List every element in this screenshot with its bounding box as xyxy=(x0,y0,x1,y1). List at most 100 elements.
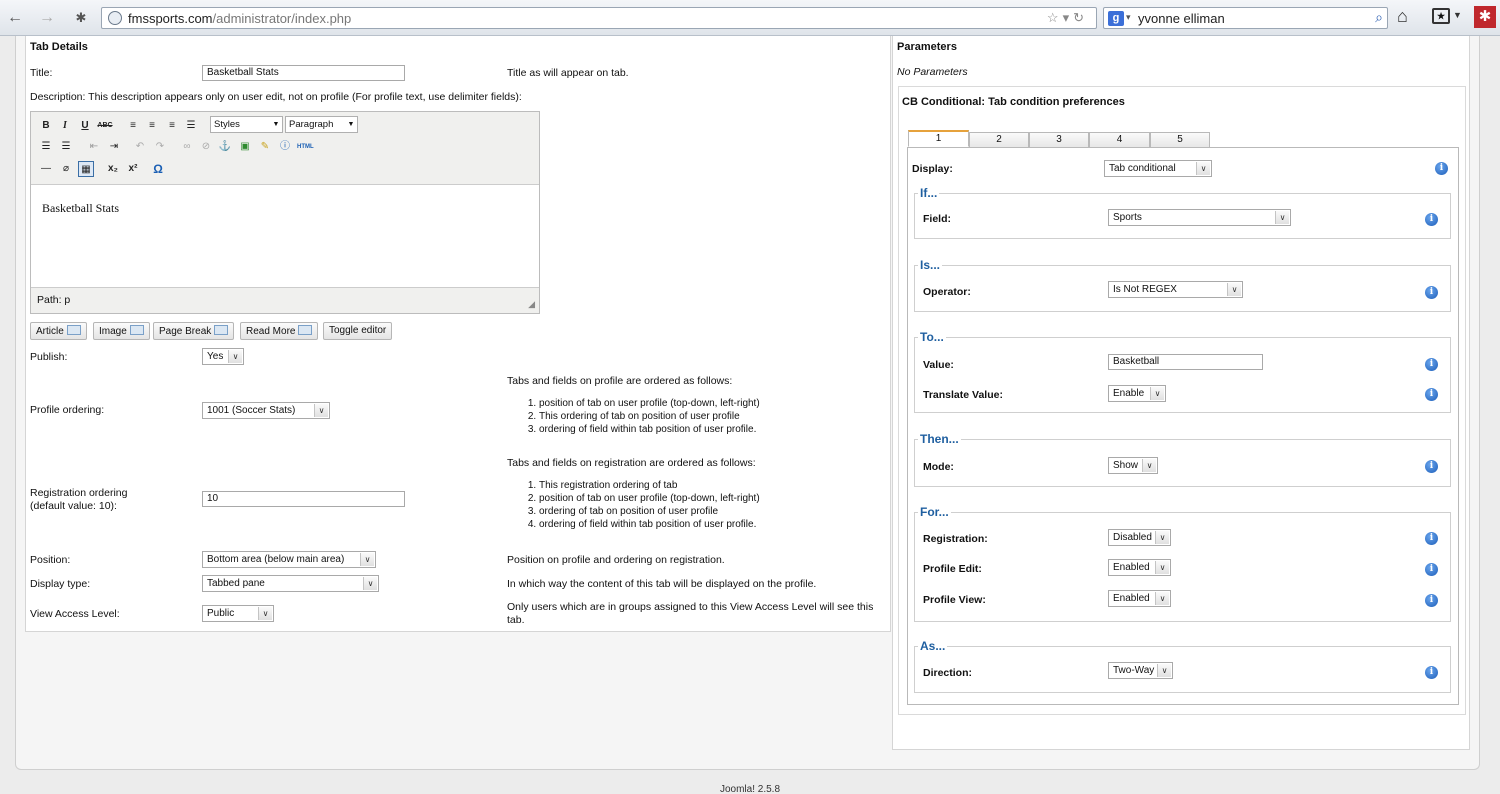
unlink-icon[interactable]: ⊘ xyxy=(198,139,214,155)
read-more-button[interactable]: Read More xyxy=(240,322,319,340)
direction-select[interactable]: Two-Way ∨ xyxy=(1108,662,1173,679)
display-type-select[interactable]: Tabbed pane ∨ xyxy=(202,575,379,592)
visual-aid-icon[interactable]: ▦ xyxy=(78,161,94,177)
strikethrough-icon[interactable]: ABC xyxy=(97,118,113,134)
publish-select[interactable]: Yes ∨ xyxy=(202,348,244,365)
home-icon[interactable]: ⌂ xyxy=(1397,6,1408,27)
is-legend: Is... xyxy=(918,258,943,272)
tab-2[interactable]: 2 xyxy=(969,132,1029,148)
search-icon[interactable]: ⌕ xyxy=(1375,9,1383,26)
toggle-editor-button[interactable]: Toggle editor xyxy=(323,322,393,340)
redo-icon[interactable]: ↷ xyxy=(152,139,168,155)
search-engine-dropdown-icon[interactable]: ▾ xyxy=(1126,12,1131,23)
tab-1[interactable]: 1 xyxy=(908,130,969,147)
registration-select[interactable]: Disabled ∨ xyxy=(1108,529,1171,546)
superscript-icon[interactable]: x² xyxy=(125,161,141,177)
addon-icon[interactable]: ✱ xyxy=(1474,6,1496,28)
resize-grip-icon[interactable]: ◢ xyxy=(528,299,535,310)
display-select[interactable]: Tab conditional ∨ xyxy=(1104,160,1212,177)
link-icon[interactable]: ∞ xyxy=(179,139,195,155)
info-icon[interactable]: i xyxy=(1425,532,1438,545)
indent-icon[interactable]: ⇥ xyxy=(106,139,122,155)
cleanup-icon[interactable]: ✎ xyxy=(257,139,273,155)
editor-content-area[interactable]: Basketball Stats xyxy=(31,184,539,288)
registration-ordering-input[interactable]: 10 xyxy=(202,491,405,507)
bold-icon[interactable]: B xyxy=(38,118,54,134)
bullet-list-icon[interactable]: ☰ xyxy=(38,139,54,155)
italic-icon[interactable]: I xyxy=(57,118,73,134)
mode-label: Mode: xyxy=(923,461,954,473)
html-icon[interactable]: HTML xyxy=(297,139,314,155)
subscript-icon[interactable]: x₂ xyxy=(105,161,121,177)
align-center-icon[interactable]: ≡ xyxy=(144,118,160,134)
forward-arrow-icon[interactable]: → xyxy=(36,8,58,28)
list-item: ordering of field within tab position of… xyxy=(539,423,760,436)
display-label: Display: xyxy=(912,163,953,175)
article-button[interactable]: Article xyxy=(30,322,87,340)
search-input[interactable]: yvonne elliman xyxy=(1138,11,1225,26)
help-icon[interactable]: ⓘ xyxy=(277,139,293,155)
info-icon[interactable]: i xyxy=(1425,594,1438,607)
tab-5[interactable]: 5 xyxy=(1150,132,1210,148)
profile-view-select[interactable]: Enabled ∨ xyxy=(1108,590,1171,607)
field-select[interactable]: Sports ∨ xyxy=(1108,209,1291,226)
info-icon[interactable]: i xyxy=(1435,162,1448,175)
operator-select[interactable]: Is Not REGEX ∨ xyxy=(1108,281,1243,298)
google-icon[interactable]: g xyxy=(1108,11,1124,26)
position-select[interactable]: Bottom area (below main area) ∨ xyxy=(202,551,376,568)
bookmarks-icon[interactable]: ★ xyxy=(1432,8,1450,24)
info-icon[interactable]: i xyxy=(1425,213,1438,226)
image-button[interactable]: Image xyxy=(93,322,150,340)
special-character-icon[interactable]: Ω xyxy=(150,161,166,177)
tab-3[interactable]: 3 xyxy=(1029,132,1089,148)
if-legend: If... xyxy=(918,186,940,200)
translate-value-label: Translate Value: xyxy=(923,389,1003,401)
title-input[interactable]: Basketball Stats xyxy=(202,65,405,81)
position-label: Position: xyxy=(30,554,71,566)
align-justify-icon[interactable]: ☰ xyxy=(183,118,199,134)
page-break-button[interactable]: Page Break xyxy=(153,322,235,340)
reload-icon[interactable]: ↻ xyxy=(1073,10,1088,25)
registration-ordering-label: Registration ordering xyxy=(30,487,128,499)
underline-icon[interactable]: U xyxy=(77,118,93,134)
translate-value-select[interactable]: Enable ∨ xyxy=(1108,385,1166,402)
direction-label: Direction: xyxy=(923,667,973,679)
site-identity-icon[interactable]: ✱ xyxy=(70,8,92,28)
undo-icon[interactable]: ↶ xyxy=(132,139,148,155)
info-icon[interactable]: i xyxy=(1425,666,1438,679)
dropdown-arrow-icon[interactable]: ▾ xyxy=(1063,10,1074,25)
align-left-icon[interactable]: ≡ xyxy=(125,118,141,134)
back-arrow-icon[interactable]: ← xyxy=(4,8,26,28)
profile-edit-select[interactable]: Enabled ∨ xyxy=(1108,559,1171,576)
horizontal-rule-icon[interactable]: — xyxy=(38,161,54,177)
profile-edit-label: Profile Edit: xyxy=(923,563,982,575)
info-icon[interactable]: i xyxy=(1425,286,1438,299)
info-icon[interactable]: i xyxy=(1425,460,1438,473)
tab-4[interactable]: 4 xyxy=(1089,132,1150,148)
remove-format-icon[interactable]: ⌀ xyxy=(58,161,74,177)
info-icon[interactable]: i xyxy=(1425,563,1438,576)
for-group xyxy=(914,512,1451,622)
format-select[interactable]: Paragraph ▼ xyxy=(285,116,358,133)
anchor-icon[interactable]: ⚓ xyxy=(217,139,233,155)
numbered-list-icon[interactable]: ☰ xyxy=(58,139,74,155)
position-hint: Position on profile and ordering on regi… xyxy=(507,554,725,566)
info-icon[interactable]: i xyxy=(1425,388,1438,401)
mode-select[interactable]: Show ∨ xyxy=(1108,457,1158,474)
outdent-icon[interactable]: ⇤ xyxy=(86,139,102,155)
view-access-select[interactable]: Public ∨ xyxy=(202,605,274,622)
bookmarks-dropdown-icon[interactable]: ▼ xyxy=(1453,10,1462,20)
info-icon[interactable]: i xyxy=(1425,358,1438,371)
value-input[interactable]: Basketball xyxy=(1108,354,1263,370)
styles-select[interactable]: Styles ▼ xyxy=(210,116,283,133)
profile-ordering-select[interactable]: 1001 (Soccer Stats) ∨ xyxy=(202,402,330,419)
align-right-icon[interactable]: ≡ xyxy=(164,118,180,134)
chevron-down-icon: ∨ xyxy=(314,404,328,417)
image-icon[interactable]: ▣ xyxy=(237,139,253,155)
registration-label: Registration: xyxy=(923,533,988,545)
editor-content: Basketball Stats xyxy=(42,201,119,215)
registration-ordering-list: This registration ordering of tab positi… xyxy=(507,479,760,531)
search-bar[interactable]: g ▾ yvonne elliman ⌕ xyxy=(1103,7,1388,29)
address-bar[interactable]: fmssports.com/administrator/index.php ☆▾… xyxy=(101,7,1097,29)
bookmark-star-icon[interactable]: ☆ xyxy=(1047,10,1063,25)
